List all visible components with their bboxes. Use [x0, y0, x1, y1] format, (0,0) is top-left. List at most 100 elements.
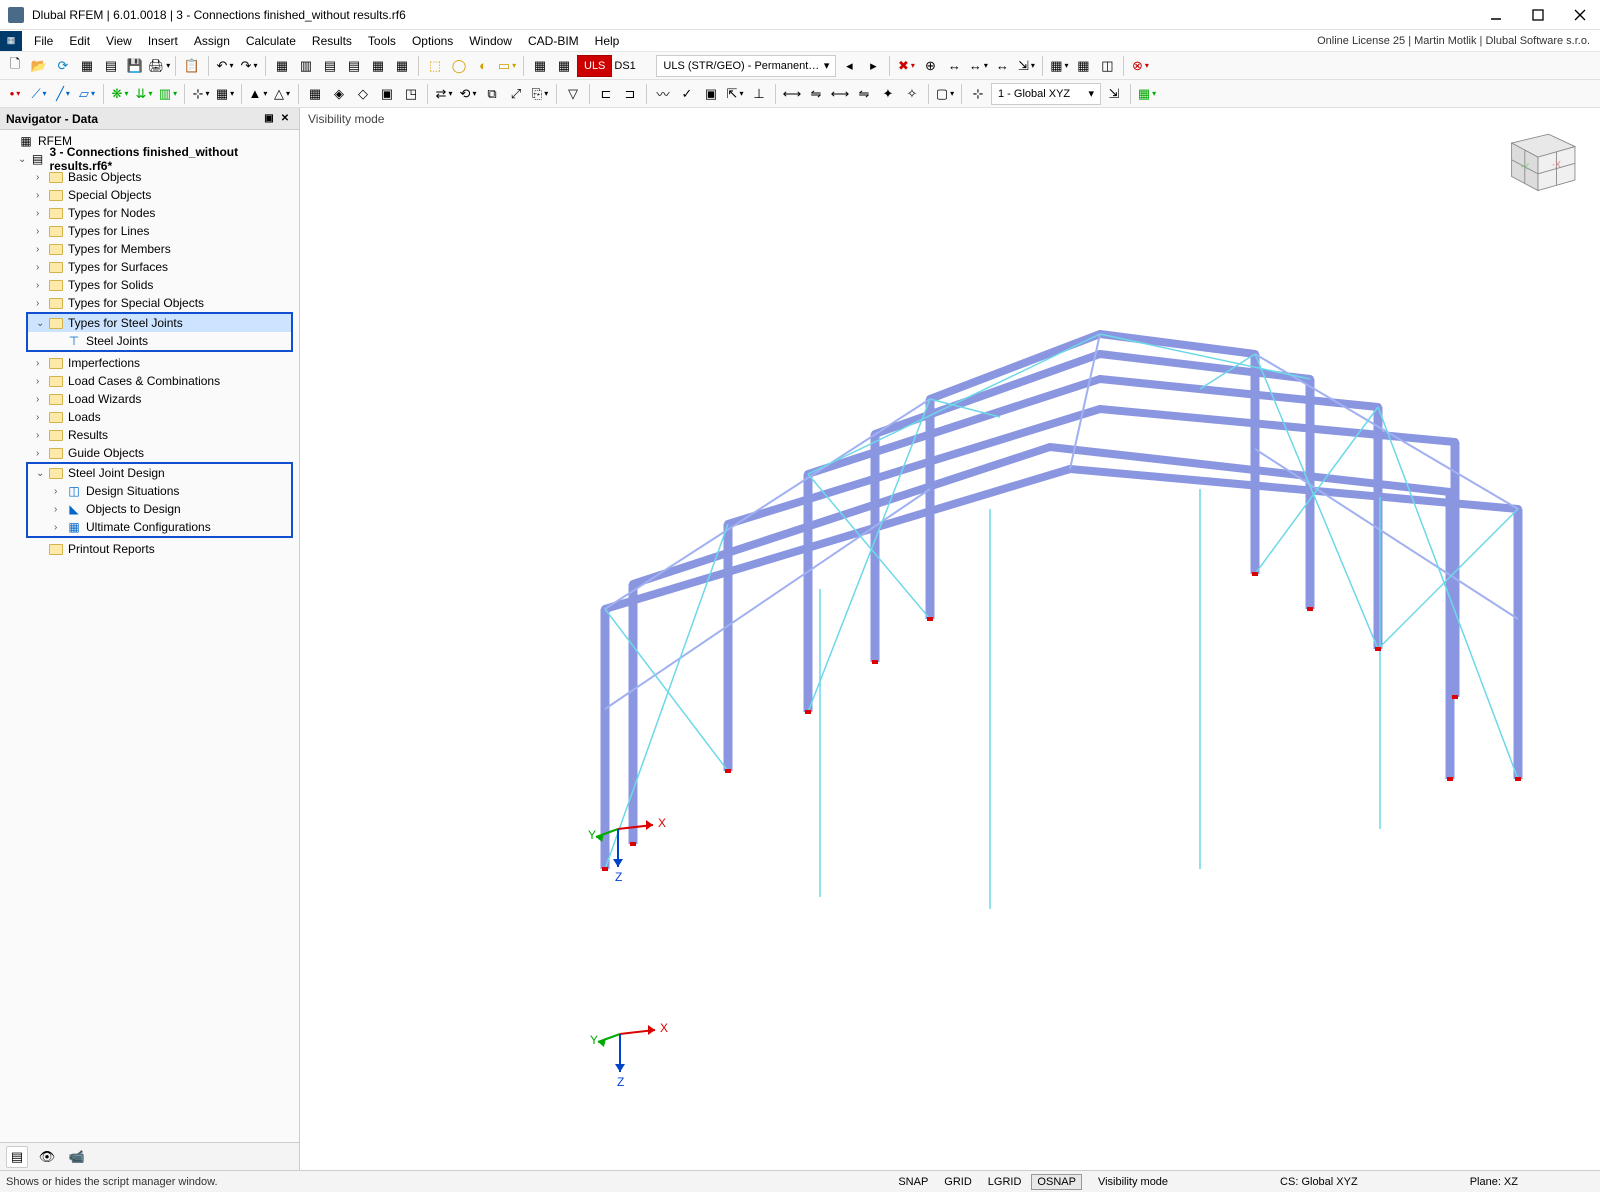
menu-cadbim[interactable]: CAD-BIM [520, 34, 587, 48]
menu-tools[interactable]: Tools [360, 34, 404, 48]
dim1-icon[interactable]: ↔ [943, 55, 965, 77]
load-combo-dropdown[interactable]: ULS (STR/GEO) - Permanent…▾ [656, 55, 836, 77]
menu-assign[interactable]: Assign [186, 34, 238, 48]
table2-icon[interactable]: ▥ [295, 55, 317, 77]
tree-item[interactable]: ›Types for Special Objects [0, 294, 299, 312]
prev-combo-icon[interactable]: ◂ [838, 55, 860, 77]
annot2-icon[interactable]: ⊕ [919, 55, 941, 77]
m4-icon[interactable]: ⇱ [724, 83, 746, 105]
tree-printout[interactable]: Printout Reports [0, 540, 299, 558]
select2-icon[interactable]: ◯ [448, 55, 470, 77]
cs-icon[interactable]: ⊹ [190, 83, 212, 105]
refresh-icon[interactable]: ⟳ [52, 55, 74, 77]
clipboard-icon[interactable]: 📋 [181, 55, 203, 77]
menu-edit[interactable]: Edit [61, 34, 98, 48]
mesh3-icon[interactable]: ◇ [352, 83, 374, 105]
open-file-icon[interactable]: 📂 [28, 55, 50, 77]
solid1-icon[interactable]: ▣ [376, 83, 398, 105]
mesh2-icon[interactable]: ◈ [328, 83, 350, 105]
mesh1-icon[interactable]: ▦ [304, 83, 326, 105]
save-icon[interactable]: 💾 [124, 55, 146, 77]
menu-insert[interactable]: Insert [140, 34, 186, 48]
section-icon[interactable]: ◫ [1096, 55, 1118, 77]
tree-types-steel-joints[interactable]: ⌄Types for Steel Joints [28, 314, 291, 332]
node-tool-icon[interactable]: • [4, 83, 26, 105]
tree-item[interactable]: ›Types for Lines [0, 222, 299, 240]
status-snap[interactable]: SNAP [892, 1174, 934, 1190]
menu-options[interactable]: Options [404, 34, 461, 48]
status-osnap[interactable]: OSNAP [1031, 1174, 1082, 1190]
load1-icon[interactable]: ❋ [109, 83, 131, 105]
tree-sjd-child[interactable]: ›◫Design Situations [28, 482, 291, 500]
tree[interactable]: ▦RFEM ⌄▤3 - Connections finished_without… [0, 130, 299, 1142]
redo-icon[interactable]: ↷ [238, 55, 260, 77]
tree-sjd[interactable]: ⌄Steel Joint Design [28, 464, 291, 482]
tree-item[interactable]: ›Types for Solids [0, 276, 299, 294]
next-combo-icon[interactable]: ▸ [862, 55, 884, 77]
rotate-icon[interactable]: ⟲ [457, 83, 479, 105]
m3-icon[interactable]: ▣ [700, 83, 722, 105]
surface-tool-icon[interactable]: ▱ [76, 83, 98, 105]
nav-tab-display-icon[interactable]: 👁 [36, 1146, 58, 1168]
e1-icon[interactable]: ⊏ [595, 83, 617, 105]
tree-item[interactable]: ›Types for Members [0, 240, 299, 258]
status-lgrid[interactable]: LGRID [982, 1174, 1028, 1190]
select1-icon[interactable]: ⬚ [424, 55, 446, 77]
clear-icon[interactable]: ⊗ [1129, 55, 1151, 77]
block-mgr-icon[interactable]: ▦ [76, 55, 98, 77]
report-icon[interactable]: ▦ [367, 55, 389, 77]
nav-tab-data-icon[interactable]: ▤ [6, 1146, 28, 1168]
dim3-icon[interactable]: ↔ [991, 55, 1013, 77]
viewport-3d[interactable]: Visibility mode [300, 108, 1600, 1170]
line-tool-icon[interactable]: ⟋ [28, 83, 50, 105]
cs-small-icon[interactable]: ⊹ [967, 83, 989, 105]
member-tool-icon[interactable]: ╱ [52, 83, 74, 105]
tree-item[interactable]: ›Types for Nodes [0, 204, 299, 222]
copy-icon[interactable]: ⎘ [529, 83, 551, 105]
calc1-icon[interactable]: ▦ [529, 55, 551, 77]
e2-icon[interactable]: ⊐ [619, 83, 641, 105]
menu-help[interactable]: Help [587, 34, 628, 48]
tree-file[interactable]: ⌄▤3 - Connections finished_without resul… [0, 150, 299, 168]
calc2-icon[interactable]: ▦ [553, 55, 575, 77]
tree-item[interactable]: ›Special Objects [0, 186, 299, 204]
cs-aux-icon[interactable]: ⇲ [1103, 83, 1125, 105]
menu-window[interactable]: Window [461, 34, 520, 48]
tree-sjd-child[interactable]: ›▦Ultimate Configurations [28, 518, 291, 536]
annot1-icon[interactable]: ✖ [895, 55, 917, 77]
select4-icon[interactable]: ▭ [496, 55, 518, 77]
new-file-icon[interactable]: 🗋 [4, 55, 26, 77]
m2-icon[interactable]: ✓ [676, 83, 698, 105]
dim2-icon[interactable]: ↔ [967, 55, 989, 77]
support1-icon[interactable]: ▲ [247, 83, 269, 105]
close-button[interactable] [1568, 3, 1592, 27]
nav-tab-views-icon[interactable]: 📹 [66, 1146, 88, 1168]
menu-file[interactable]: File [26, 34, 61, 48]
m5-icon[interactable]: ⊥ [748, 83, 770, 105]
status-grid[interactable]: GRID [938, 1174, 978, 1190]
print-icon[interactable]: 🖨 [148, 55, 170, 77]
v1-icon[interactable]: ⟷ [781, 83, 803, 105]
nav-undock-button[interactable]: ▣ [261, 111, 277, 127]
render1-icon[interactable]: ▦ [1048, 55, 1070, 77]
render2-icon[interactable]: ▦ [1072, 55, 1094, 77]
m1-icon[interactable]: 〰 [652, 83, 674, 105]
tree-item[interactable]: ›Results [0, 426, 299, 444]
tree-item[interactable]: ›Load Cases & Combinations [0, 372, 299, 390]
select3-icon[interactable]: ◐ [472, 55, 494, 77]
grid-icon[interactable]: ▦ [214, 83, 236, 105]
v3-icon[interactable]: ⟷ [829, 83, 851, 105]
v4-icon[interactable]: ⇋ [853, 83, 875, 105]
model-3d[interactable]: XYZ XYZ [300, 108, 1600, 1170]
scale-icon[interactable]: ⤢ [505, 83, 527, 105]
v2-icon[interactable]: ⇋ [805, 83, 827, 105]
cs-dropdown[interactable]: 1 - Global XYZ▾ [991, 83, 1101, 105]
minimize-button[interactable] [1484, 3, 1508, 27]
load2-icon[interactable]: ⇊ [133, 83, 155, 105]
tree-item[interactable]: ›Imperfections [0, 354, 299, 372]
tree-item[interactable]: ›Load Wizards [0, 390, 299, 408]
menu-results[interactable]: Results [304, 34, 360, 48]
script-icon[interactable]: ▤ [343, 55, 365, 77]
support2-icon[interactable]: △ [271, 83, 293, 105]
v6-icon[interactable]: ✧ [901, 83, 923, 105]
